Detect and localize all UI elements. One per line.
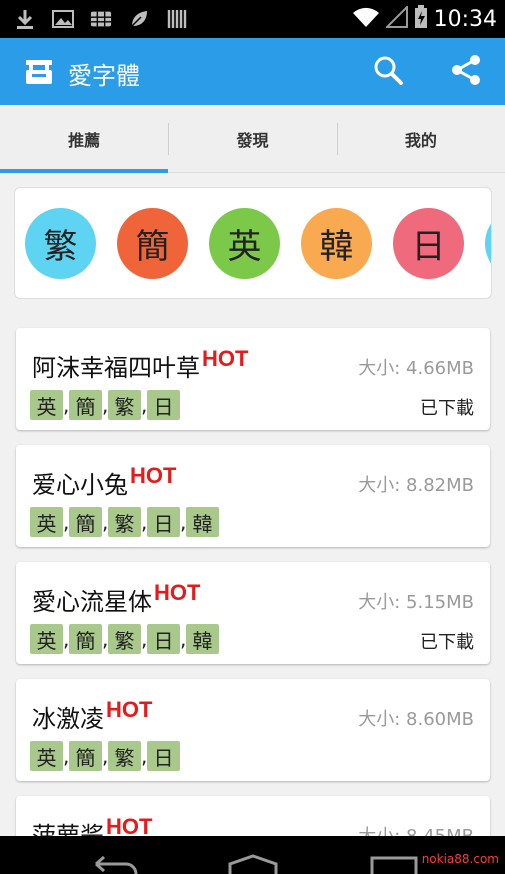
hot-badge: HOT [106, 697, 153, 722]
language-tag: 繁 [108, 390, 141, 420]
hot-badge: HOT [130, 463, 177, 488]
language-tag: 日 [147, 390, 180, 420]
signal-icon [384, 4, 408, 32]
font-list-item[interactable]: 冰激凌HOT 大小: 8.60MB 英, 簡, 繁, 日 [16, 679, 490, 781]
share-button[interactable] [448, 54, 484, 90]
font-list-item[interactable]: 愛心流星体HOT 大小: 5.15MB 英, 簡, 繁, 日, 韓 已下載 [16, 562, 490, 664]
language-tag: 韓 [186, 624, 219, 654]
tab-label: 推薦 [68, 130, 101, 150]
clock: 10:34 [433, 6, 497, 32]
language-tag: 簡 [69, 390, 102, 420]
battery-icon [414, 5, 428, 33]
category-more[interactable] [485, 208, 491, 279]
search-icon [372, 54, 404, 90]
font-name: 冰激凌HOT [32, 697, 153, 734]
tab-label: 發現 [236, 130, 269, 150]
category-english[interactable]: 英 [209, 208, 280, 279]
barcode-icon [166, 8, 188, 30]
search-button[interactable] [370, 54, 406, 90]
font-name: 阿沫幸福四叶草HOT [32, 346, 249, 383]
tab-label: 我的 [404, 130, 437, 150]
language-tag: 日 [147, 741, 180, 771]
language-tags: 英,簡,繁,日 [30, 390, 180, 420]
category-row[interactable]: 繁簡英韓日 [25, 208, 491, 279]
font-size-label: 大小: 8.82MB [358, 475, 474, 496]
hot-badge: HOT [154, 580, 201, 605]
language-tags: 英,簡,繁,日,韓 [30, 624, 219, 654]
font-size-label: 大小: 5.15MB [358, 592, 474, 613]
leaf-icon [128, 8, 150, 30]
language-tag: 簡 [69, 741, 102, 771]
navigation-bar: nokia88.com [0, 836, 505, 874]
language-tag: 日 [147, 507, 180, 537]
font-name-text: 愛心流星体 [32, 588, 152, 616]
font-size-label: 大小: 4.66MB [358, 358, 474, 379]
language-tag: 繁 [108, 741, 141, 771]
font-name: 爱心小兔HOT [32, 463, 177, 500]
notification-icons [14, 8, 188, 30]
language-tag: 英 [30, 741, 63, 771]
font-list-item[interactable]: 爱心小兔HOT 大小: 8.82MB 英, 簡, 繁, 日, 韓 [16, 445, 490, 547]
language-tags: 英,簡,繁,日 [30, 741, 180, 771]
recent-apps-icon[interactable] [370, 854, 420, 874]
back-icon[interactable] [88, 854, 138, 874]
language-tag: 英 [30, 390, 63, 420]
category-korean[interactable]: 韓 [301, 208, 372, 279]
status-bar: 10:34 [0, 0, 505, 38]
download-status: 已下載 [420, 398, 474, 419]
watermark: nokia88.com [421, 852, 499, 866]
image-icon [52, 8, 74, 30]
font-name-text: 阿沫幸福四叶草 [32, 354, 200, 382]
tab-recommended[interactable]: 推薦 [0, 105, 169, 173]
language-tag: 簡 [69, 507, 102, 537]
app-title: 愛字體 [68, 62, 140, 90]
language-tag: 簡 [69, 624, 102, 654]
language-tag: 韓 [186, 507, 219, 537]
tab-bar: 推薦 發現 我的 [0, 105, 505, 173]
system-status: 10:34 [352, 4, 497, 33]
language-tag: 英 [30, 624, 63, 654]
font-name-text: 冰激凌 [32, 705, 104, 733]
category-simplified[interactable]: 簡 [117, 208, 188, 279]
language-tags: 英,簡,繁,日,韓 [30, 507, 219, 537]
font-size-label: 大小: 8.60MB [358, 709, 474, 730]
app-logo-icon [24, 58, 54, 86]
category-card: 繁簡英韓日 [14, 187, 492, 299]
home-icon[interactable] [226, 854, 280, 874]
wifi-icon [352, 6, 380, 32]
download-status: 已下載 [420, 632, 474, 653]
grid-icon [90, 8, 112, 30]
category-japanese[interactable]: 日 [393, 208, 464, 279]
app-bar: 愛字體 [0, 38, 505, 105]
category-traditional[interactable]: 繁 [25, 208, 96, 279]
tab-discover[interactable]: 發現 [168, 105, 336, 172]
download-icon [14, 8, 36, 30]
language-tag: 日 [147, 624, 180, 654]
font-name: 愛心流星体HOT [32, 580, 201, 617]
share-icon [449, 53, 483, 91]
language-tag: 英 [30, 507, 63, 537]
hot-badge: HOT [202, 346, 249, 371]
tab-mine[interactable]: 我的 [336, 105, 505, 172]
font-name-text: 爱心小兔 [32, 471, 128, 499]
language-tag: 繁 [108, 507, 141, 537]
language-tag: 繁 [108, 624, 141, 654]
font-list-item[interactable]: 阿沫幸福四叶草HOT 大小: 4.66MB 英, 簡, 繁, 日 已下載 [16, 328, 490, 430]
